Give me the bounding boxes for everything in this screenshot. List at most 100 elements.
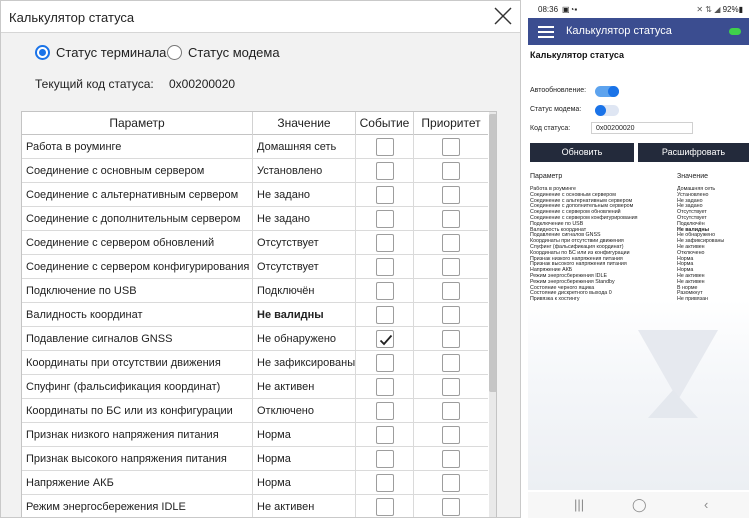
scrollbar-thumb[interactable]	[489, 114, 496, 392]
value-cell: Норма	[253, 423, 356, 447]
event-checkbox[interactable]	[376, 330, 394, 348]
value-cell: Норма	[253, 447, 356, 471]
table-row[interactable]: Признак низкого напряжения питания Норма	[22, 423, 488, 447]
parameter-cell: Валидность координат	[22, 303, 253, 327]
list-item: Привязка к хостингу Не привязан	[530, 296, 749, 302]
table-row[interactable]: Спуфинг (фальсификация координат) Не акти…	[22, 375, 488, 399]
table-row[interactable]: Соединение с основным сервером Установлен…	[22, 159, 488, 183]
table-row[interactable]: Координаты при отсутствии движения Не заф…	[22, 351, 488, 375]
event-checkbox[interactable]	[376, 354, 394, 372]
parameter-cell: Соединение с дополнительным сервером	[22, 207, 253, 231]
table-row[interactable]: Признак высокого напряжения питания Норма	[22, 447, 488, 471]
app-bar: Калькулятор статуса	[528, 18, 749, 45]
event-checkbox[interactable]	[376, 282, 394, 300]
radio-modem-label: Статус модема	[188, 45, 280, 60]
event-checkbox[interactable]	[376, 210, 394, 228]
priority-checkbox[interactable]	[442, 474, 460, 492]
decode-button[interactable]: Расшифровать	[638, 143, 749, 162]
table-row[interactable]: Подключение по USB Подключён	[22, 279, 488, 303]
priority-checkbox[interactable]	[442, 498, 460, 516]
battery-indicator: ✕ ⇅ ◢ 92%▮	[696, 5, 743, 14]
radio-modem-status[interactable]: Статус модема	[167, 45, 280, 65]
event-checkbox[interactable]	[376, 426, 394, 444]
event-checkbox[interactable]	[376, 378, 394, 396]
table-row[interactable]: Соединение с альтернативным сервером Не з…	[22, 183, 488, 207]
priority-checkbox[interactable]	[442, 402, 460, 420]
col-header-value[interactable]: Значение	[253, 112, 356, 135]
priority-checkbox[interactable]	[442, 450, 460, 468]
back-icon[interactable]: ‹	[704, 497, 708, 512]
col-header-priority[interactable]: Приоритет	[414, 112, 488, 135]
status-code-input[interactable]: 0x00200020	[591, 122, 693, 134]
table-row[interactable]: Соединение с сервером обновлений Отсутств…	[22, 231, 488, 255]
table-scrollbar[interactable]	[489, 112, 496, 517]
table-row[interactable]: Подавление сигналов GNSS Не обнаружено	[22, 327, 488, 351]
priority-checkbox[interactable]	[442, 282, 460, 300]
parameter-cell: Режим энергосбережения IDLE	[22, 495, 253, 517]
col-header-parameter[interactable]: Параметр	[22, 112, 253, 135]
priority-checkbox[interactable]	[442, 378, 460, 396]
status-code-row: Текущий код статуса: 0x00200020	[35, 77, 235, 91]
recent-apps-icon[interactable]: |||	[574, 497, 584, 512]
screenshot-stage: Калькулятор статуса Статус терминала Ста…	[0, 0, 749, 518]
table-row[interactable]: Соединение с дополнительным сервером Не з…	[22, 207, 488, 231]
android-status-bar: 08:36 ▣◔▪ ✕ ⇅ ◢ 92%▮	[528, 0, 749, 18]
parameter-cell: Подавление сигналов GNSS	[22, 327, 253, 351]
table-row[interactable]: Напряжение АКБ Норма	[22, 471, 488, 495]
status-code-value: 0x00200020	[169, 77, 236, 91]
status-calculator-dialog: Калькулятор статуса Статус терминала Ста…	[0, 0, 521, 518]
event-checkbox[interactable]	[376, 402, 394, 420]
event-checkbox[interactable]	[376, 258, 394, 276]
event-checkbox[interactable]	[376, 138, 394, 156]
column-divider	[413, 279, 414, 303]
event-checkbox[interactable]	[376, 162, 394, 180]
priority-checkbox[interactable]	[442, 234, 460, 252]
priority-checkbox[interactable]	[442, 138, 460, 156]
column-divider	[413, 327, 414, 351]
status-time: 08:36	[538, 5, 559, 14]
radio-terminal-status[interactable]: Статус терминала	[35, 45, 166, 65]
column-divider	[413, 231, 414, 255]
event-checkbox[interactable]	[376, 450, 394, 468]
event-checkbox[interactable]	[376, 186, 394, 204]
col-header-event[interactable]: Событие	[356, 112, 414, 135]
parameter-cell: Признак низкого напряжения питания	[22, 423, 253, 447]
event-checkbox[interactable]	[376, 306, 394, 324]
status-code-label: Код статуса:	[530, 125, 571, 132]
priority-checkbox[interactable]	[442, 330, 460, 348]
mobile-app-screen: 08:36 ▣◔▪ ✕ ⇅ ◢ 92%▮ Калькулятор статуса…	[528, 0, 749, 518]
priority-checkbox[interactable]	[442, 354, 460, 372]
table-row[interactable]: Координаты по БС или из конфигурации Откл…	[22, 399, 488, 423]
notification-icons: ▣◔▪	[562, 5, 578, 14]
value-cell: Отключено	[253, 399, 356, 423]
col-header-parameter: Параметр	[530, 173, 563, 180]
value-cell: Не валидны	[253, 303, 356, 327]
close-icon[interactable]	[490, 3, 516, 29]
update-button[interactable]: Обновить	[530, 143, 634, 162]
home-icon[interactable]: ◯	[632, 497, 647, 513]
column-divider	[413, 303, 414, 327]
priority-checkbox[interactable]	[442, 210, 460, 228]
event-checkbox[interactable]	[376, 234, 394, 252]
table-row[interactable]: Валидность координат Не валидны	[22, 303, 488, 327]
parameter-cell: Соединение с альтернативным сервером	[22, 183, 253, 207]
priority-checkbox[interactable]	[442, 162, 460, 180]
auto-update-toggle[interactable]	[595, 86, 619, 97]
priority-checkbox[interactable]	[442, 186, 460, 204]
column-divider	[413, 423, 414, 447]
priority-checkbox[interactable]	[442, 426, 460, 444]
table-row[interactable]: Работа в роуминге Домашняя сеть	[22, 135, 488, 159]
event-checkbox[interactable]	[376, 498, 394, 516]
column-divider	[413, 375, 414, 399]
parameter-cell: Спуфинг (фальсификация координат)	[22, 375, 253, 399]
priority-checkbox[interactable]	[442, 306, 460, 324]
status-table: Параметр Значение Событие Приоритет Рабо…	[21, 111, 497, 517]
modem-status-toggle[interactable]	[595, 105, 619, 116]
checkmark-icon	[379, 334, 393, 346]
table-row[interactable]: Соединение с сервером конфигурирования От…	[22, 255, 488, 279]
event-checkbox[interactable]	[376, 474, 394, 492]
priority-checkbox[interactable]	[442, 258, 460, 276]
table-row[interactable]: Режим энергосбережения IDLE Не активен	[22, 495, 488, 517]
menu-icon[interactable]	[538, 26, 554, 38]
value-cell: Не активен	[253, 495, 356, 517]
